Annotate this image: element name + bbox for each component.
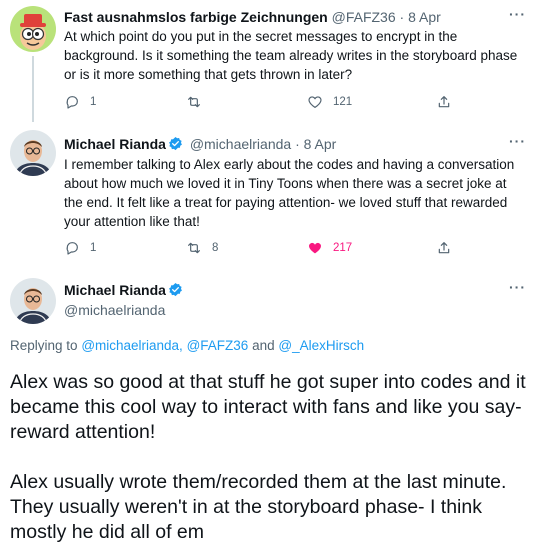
tweet-actions: 1 121 [64, 92, 464, 112]
verified-badge-icon [168, 136, 182, 151]
like-count: 217 [333, 242, 353, 254]
share-icon [438, 96, 450, 108]
replying-and: and [252, 338, 275, 353]
tweet-date[interactable]: 8 Apr [304, 136, 337, 152]
retweet-button[interactable] [186, 92, 212, 112]
tweet-michaelrianda-reply[interactable]: Michael Rianda @michaelrianda · 8 Apr ··… [0, 122, 540, 262]
retweet-icon [188, 242, 200, 254]
tweet-text: At which point do you put in the secret … [64, 29, 518, 82]
main-tweet-paragraph-2: Alex usually wrote them/recorded them at… [10, 471, 507, 543]
more-icon[interactable]: ··· [509, 133, 526, 149]
reply-icon [66, 242, 78, 255]
main-tweet-paragraph-1: Alex was so good at that stuff he got su… [10, 371, 526, 443]
retweet-icon [188, 96, 200, 108]
reply-icon [66, 96, 78, 109]
avatar-michaelrianda[interactable] [10, 278, 56, 324]
author-handle[interactable]: @FAFZ36 [332, 9, 396, 25]
replying-to: Replying to @michaelrianda, @FAFZ36 and … [10, 338, 364, 353]
reply-count: 1 [90, 96, 97, 108]
like-count: 121 [333, 96, 353, 108]
reply-count: 1 [90, 242, 97, 254]
share-button[interactable] [436, 92, 452, 112]
share-icon [438, 242, 450, 254]
tweet-header: Fast ausnahmslos farbige Zeichnungen @FA… [64, 8, 441, 26]
like-button[interactable]: 217 [307, 238, 352, 258]
tweet-header: Michael Rianda @michaelrianda · 8 Apr [64, 135, 336, 153]
cartoon-avatar-icon [10, 6, 56, 52]
replying-prefix: Replying to [10, 338, 78, 353]
main-tweet-header: Michael Rianda [64, 281, 186, 299]
author-handle[interactable]: @michaelrianda [190, 136, 291, 152]
separator-dot: · [399, 9, 405, 25]
more-icon[interactable]: ··· [509, 279, 526, 295]
replying-last-link[interactable]: @_AlexHirsch [278, 338, 364, 353]
like-icon [308, 242, 322, 254]
tweet-actions: 1 8 217 [64, 238, 464, 258]
author-name[interactable]: Michael Rianda [64, 136, 166, 152]
profile-photo-icon [10, 278, 56, 324]
reply-button[interactable]: 1 [64, 238, 96, 258]
reply-button[interactable]: 1 [64, 92, 96, 112]
thread-line [32, 56, 34, 122]
verified-badge-icon [168, 282, 182, 297]
avatar-michaelrianda[interactable] [10, 130, 56, 176]
tweet-date[interactable]: 8 Apr [408, 9, 441, 25]
author-name[interactable]: Fast ausnahmslos farbige Zeichnungen [64, 9, 328, 25]
avatar-fafz36[interactable] [10, 6, 56, 52]
retweet-button[interactable]: 8 [186, 238, 218, 258]
main-tweet-handle: @michaelrianda [64, 301, 165, 319]
retweet-count: 8 [212, 242, 219, 254]
profile-photo-icon [10, 130, 56, 176]
author-name[interactable]: Michael Rianda [64, 282, 166, 298]
tweet-text: I remember talking to Alex early about t… [64, 157, 515, 229]
like-icon [308, 96, 322, 108]
share-button[interactable] [436, 238, 452, 258]
more-icon[interactable]: ··· [509, 6, 526, 22]
separator-dot: · [295, 136, 300, 152]
replying-mentions-link[interactable]: @michaelrianda, @FAFZ36 [81, 338, 248, 353]
like-button[interactable]: 121 [307, 92, 352, 112]
author-handle[interactable]: @michaelrianda [64, 302, 165, 318]
tweet-fafz36[interactable]: Fast ausnahmslos farbige Zeichnungen @FA… [0, 0, 540, 122]
